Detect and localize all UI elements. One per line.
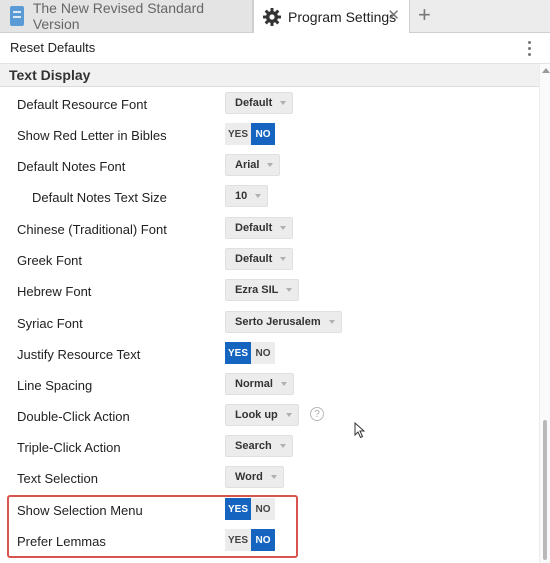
greek-font-dropdown[interactable]: Default	[225, 248, 294, 270]
setting-row-line-spacing: Line Spacing Normal	[0, 370, 530, 401]
dropdown-value: Default	[235, 97, 273, 109]
justify-text-toggle[interactable]: YES NO	[225, 342, 275, 364]
setting-row-show-selection-menu: Show Selection Menu YES NO	[0, 495, 530, 526]
setting-row-double-click: Double-Click Action Look up ?	[0, 401, 530, 432]
toggle-yes[interactable]: YES	[225, 342, 251, 364]
prefer-lemmas-toggle[interactable]: YES NO	[225, 529, 275, 551]
setting-label: Chinese (Traditional) Font	[17, 222, 167, 237]
reset-defaults-button[interactable]: Reset Defaults	[10, 40, 95, 55]
new-tab-icon[interactable]: +	[418, 3, 431, 27]
setting-label: Triple-Click Action	[17, 440, 121, 455]
chevron-down-icon	[267, 163, 274, 167]
chinese-font-dropdown[interactable]: Default	[225, 217, 294, 239]
dropdown-value: Look up	[235, 409, 278, 421]
double-click-dropdown[interactable]: Look up	[225, 404, 299, 426]
toggle-no[interactable]: NO	[251, 529, 275, 551]
setting-row-default-notes-font: Default Notes Font Arial	[0, 151, 530, 182]
triple-click-dropdown[interactable]: Search	[225, 435, 293, 457]
dropdown-value: 10	[235, 190, 248, 202]
setting-row-hebrew-font: Hebrew Font Ezra SIL	[0, 276, 530, 307]
toggle-no[interactable]: NO	[251, 342, 275, 364]
setting-label: Text Selection	[17, 471, 98, 486]
close-icon[interactable]: ✕	[387, 7, 400, 25]
book-icon	[10, 6, 24, 26]
dropdown-value: Search	[235, 440, 272, 452]
notes-text-size-dropdown[interactable]: 10	[225, 185, 269, 207]
tab-program-settings-label: Program Settings	[288, 8, 397, 25]
setting-label: Greek Font	[17, 253, 83, 268]
setting-label: Prefer Lemmas	[17, 534, 106, 549]
dropdown-value: Ezra SIL	[235, 284, 279, 296]
setting-row-chinese-font: Chinese (Traditional) Font Default	[0, 214, 530, 245]
setting-label: Double-Click Action	[17, 409, 130, 424]
line-spacing-dropdown[interactable]: Normal	[225, 373, 294, 395]
toggle-no[interactable]: NO	[251, 498, 275, 520]
setting-row-justify-text: Justify Resource Text YES NO	[0, 339, 530, 370]
dropdown-value: Arial	[235, 159, 260, 171]
setting-label: Default Notes Font	[17, 159, 126, 174]
setting-label: Line Spacing	[17, 378, 93, 393]
dropdown-value: Default	[235, 222, 273, 234]
dropdown-value: Serto Jerusalem	[235, 316, 321, 328]
red-letter-toggle[interactable]: YES NO	[225, 123, 275, 145]
scroll-up-arrow-icon[interactable]	[542, 68, 550, 73]
toggle-yes[interactable]: YES	[225, 529, 251, 551]
setting-label: Default Resource Font	[17, 97, 148, 112]
scrollbar-thumb[interactable]	[543, 420, 547, 560]
tab-program-settings[interactable]: Program Settings ✕	[253, 0, 410, 33]
dropdown-value: Word	[235, 471, 263, 483]
section-title: Text Display	[9, 67, 91, 83]
section-header-text-display[interactable]: Text Display	[0, 64, 540, 87]
setting-row-syriac-font: Syriac Font Serto Jerusalem	[0, 308, 530, 339]
setting-label: Show Red Letter in Bibles	[17, 128, 167, 143]
tab-nrsv[interactable]: The New Revised Standard Version	[0, 0, 253, 32]
text-selection-dropdown[interactable]: Word	[225, 466, 284, 488]
setting-row-triple-click: Triple-Click Action Search	[0, 432, 530, 463]
setting-label: Syriac Font	[17, 316, 83, 331]
settings-toolbar: Reset Defaults	[0, 33, 550, 64]
hebrew-font-dropdown[interactable]: Ezra SIL	[225, 279, 300, 301]
setting-label: Hebrew Font	[17, 284, 92, 299]
setting-label: Default Notes Text Size	[32, 190, 167, 205]
gear-icon	[262, 7, 282, 27]
toggle-yes[interactable]: YES	[225, 123, 251, 145]
toggle-yes[interactable]: YES	[225, 498, 251, 520]
chevron-down-icon	[286, 288, 293, 292]
show-selection-menu-toggle[interactable]: YES NO	[225, 498, 275, 520]
setting-row-prefer-lemmas: Prefer Lemmas YES NO	[0, 526, 530, 557]
tab-nrsv-label: The New Revised Standard Version	[32, 0, 205, 32]
tab-bar: The New Revised Standard Version Program	[0, 0, 550, 33]
chevron-down-icon	[280, 226, 287, 230]
chevron-down-icon	[270, 475, 277, 479]
chevron-down-icon	[280, 257, 287, 261]
setting-label: Justify Resource Text	[17, 347, 141, 362]
help-icon[interactable]: ?	[310, 407, 324, 421]
setting-row-text-selection: Text Selection Word	[0, 463, 530, 494]
setting-row-red-letter: Show Red Letter in Bibles YES NO	[0, 120, 530, 151]
default-notes-font-dropdown[interactable]: Arial	[225, 154, 281, 176]
mouse-cursor-icon	[354, 422, 366, 439]
kebab-vertical-icon[interactable]	[528, 41, 532, 57]
chevron-down-icon	[328, 320, 335, 324]
default-resource-font-dropdown[interactable]: Default	[225, 92, 294, 114]
chevron-down-icon	[279, 444, 286, 448]
setting-row-default-resource-font: Default Resource Font Default	[0, 89, 530, 120]
setting-row-greek-font: Greek Font Default	[0, 245, 530, 276]
dropdown-value: Normal	[235, 378, 273, 390]
dropdown-value: Default	[235, 253, 273, 265]
chevron-down-icon	[255, 194, 262, 198]
setting-row-notes-text-size: Default Notes Text Size 10	[0, 182, 530, 213]
syriac-font-dropdown[interactable]: Serto Jerusalem	[225, 311, 342, 333]
scrollbar[interactable]	[539, 64, 550, 563]
chevron-down-icon	[280, 382, 287, 386]
toggle-no[interactable]: NO	[251, 123, 275, 145]
chevron-down-icon	[280, 101, 287, 105]
chevron-down-icon	[285, 413, 292, 417]
setting-label: Show Selection Menu	[17, 503, 143, 518]
